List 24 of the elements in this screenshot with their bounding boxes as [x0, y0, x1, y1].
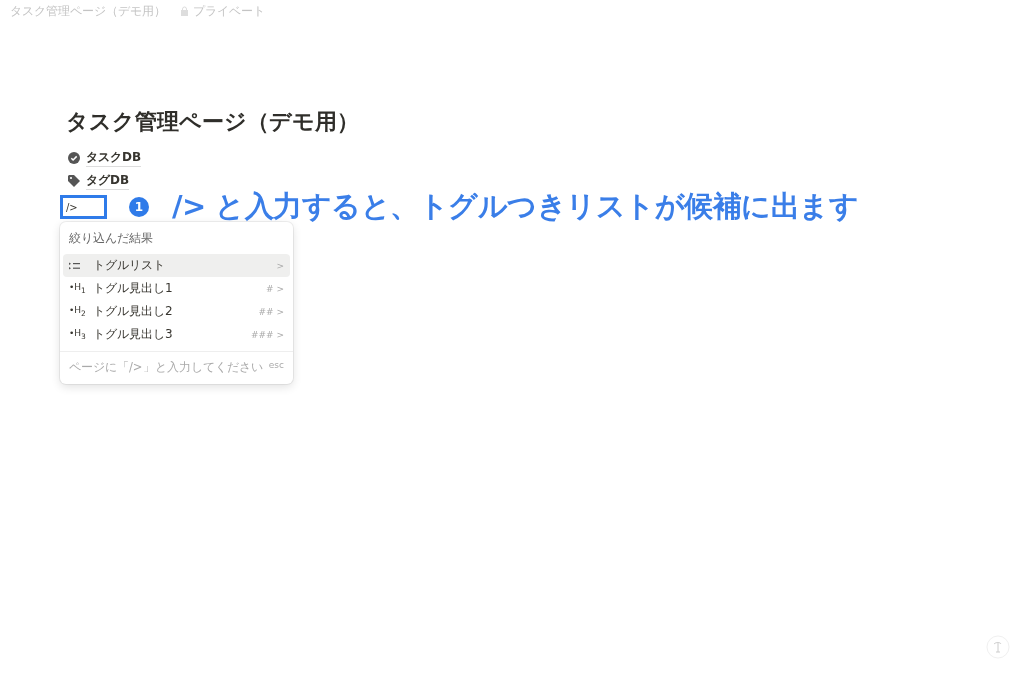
heading-icon: •H$_{3}$: [69, 328, 86, 341]
toggle-list-icon: [69, 261, 80, 270]
lock-icon: [180, 6, 189, 16]
menu-item[interactable]: •H$_{2}$ トグル見出し2 ## >: [63, 300, 290, 323]
shortcut-hint: ## >: [258, 306, 284, 317]
shortcut-hint: ### >: [250, 329, 284, 340]
database-link[interactable]: タスクDB: [86, 148, 142, 167]
database-link[interactable]: タグDB: [86, 171, 130, 190]
heading-icon: •H$_{1}$: [69, 282, 86, 295]
esc-hint: esc: [268, 360, 284, 372]
menu-item[interactable]: •H$_{1}$ トグル見出し1 # >: [63, 277, 290, 300]
check-circle-icon: [68, 151, 80, 164]
page-title: タスク管理ページ（デモ用）: [66, 108, 360, 136]
menu-item[interactable]: トグルリスト >: [63, 254, 290, 277]
shortcut-hint: >: [276, 260, 284, 271]
step-number: 1: [129, 197, 149, 217]
heading-icon: •H$_{2}$: [69, 305, 86, 318]
input-field[interactable]: />: [60, 195, 107, 219]
shortcut-hint: # >: [266, 283, 284, 294]
menu-item[interactable]: •H$_{3}$ トグル見出し3 ### >: [63, 323, 290, 346]
tag-icon: [68, 174, 80, 187]
menu-header: 絞り込んだ結果: [68, 230, 154, 247]
annotation-text: /> と入力すると、トグルつきリストが候補に出ます: [172, 188, 859, 225]
menu-footer-hint: ページに「/>」と入力してください: [69, 360, 263, 375]
